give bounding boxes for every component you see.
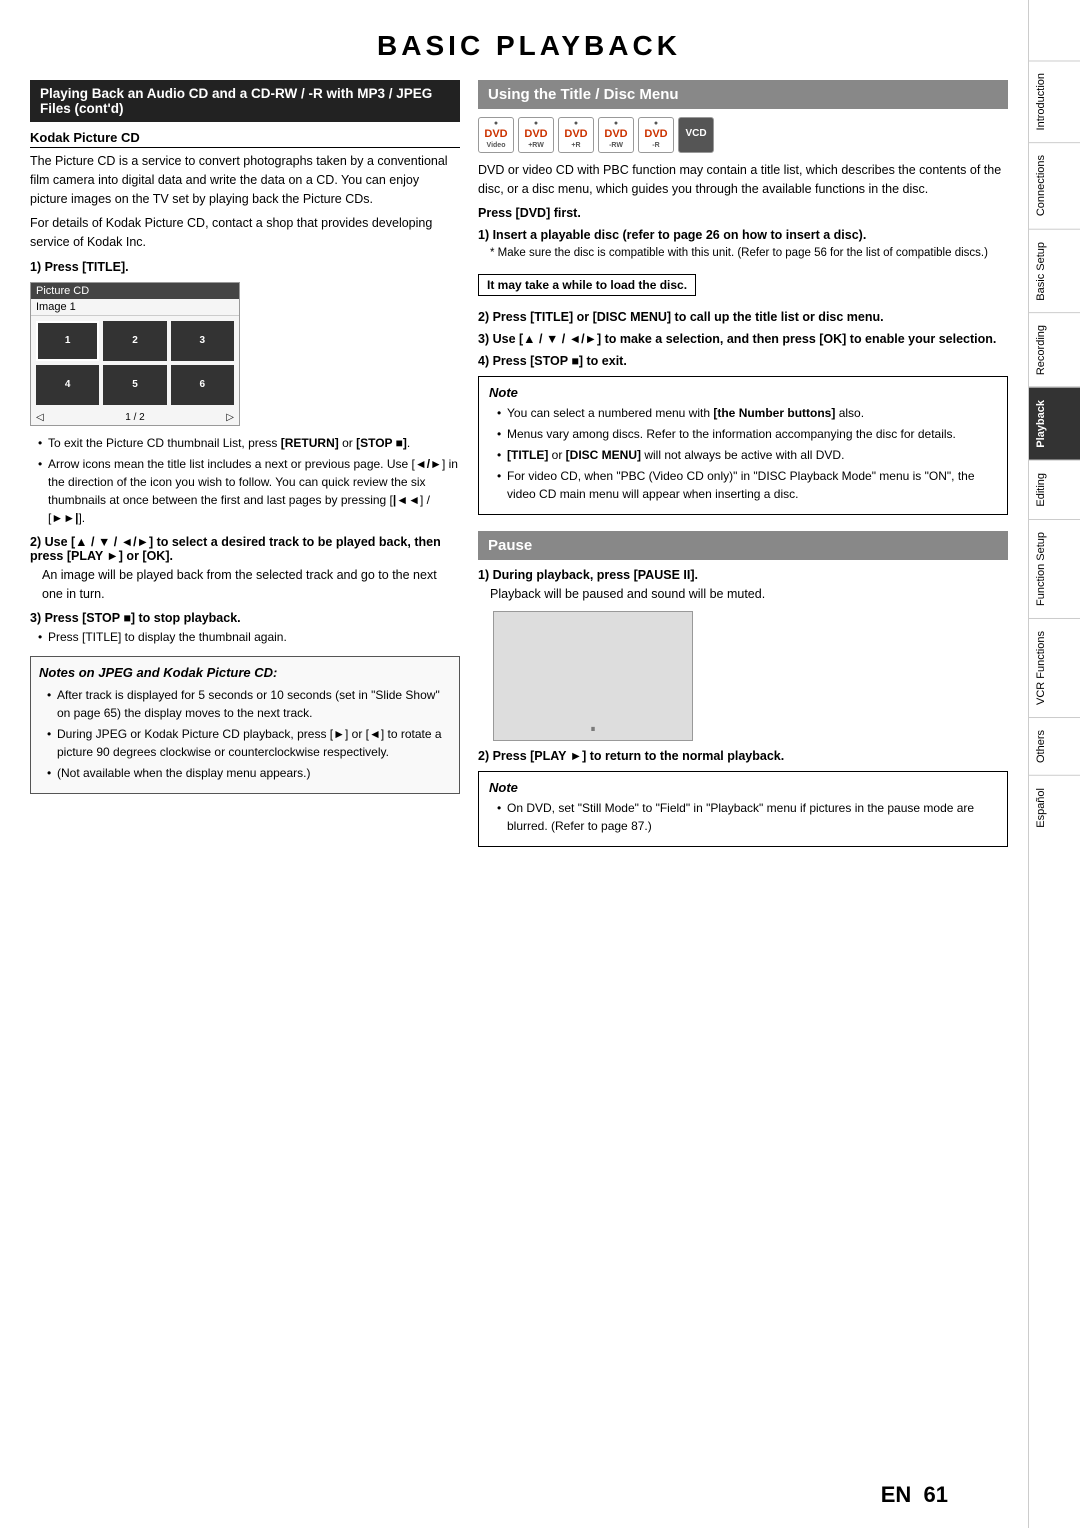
disc-step2-label: 2) Press [TITLE] or [DISC MENU] to call … <box>478 310 1008 324</box>
page-indicator: 1 / 2 <box>125 412 144 423</box>
nav-right: ▷ <box>226 412 234 423</box>
sidebar-item-recording[interactable]: Recording <box>1029 312 1080 387</box>
notes-jpeg-bullet-2: During JPEG or Kodak Picture CD playback… <box>47 725 451 761</box>
kodak-step3-bullet: Press [TITLE] to display the thumbnail a… <box>38 628 460 646</box>
disc-note-box: Note You can select a numbered menu with… <box>478 376 1008 515</box>
sidebar-item-editing[interactable]: Editing <box>1029 460 1080 519</box>
notes-jpeg-bullet-3: (Not available when the display menu app… <box>47 764 451 782</box>
disc-icon-dvd-minus-rw: ● DVD -RW <box>598 117 634 153</box>
disc-note-bullet-4: For video CD, when "PBC (Video CD only)"… <box>497 467 997 503</box>
press-dvd-first: Press [DVD] first. <box>478 206 1008 220</box>
pause-section-header: Pause <box>478 531 1008 560</box>
kodak-step2-label: 2) Use [▲ / ▼ / ◄/►] to select a desired… <box>30 535 460 563</box>
disc-menu-intro: DVD or video CD with PBC function may co… <box>478 161 1008 199</box>
pause-step2-label: 2) Press [PLAY ►] to return to the norma… <box>478 749 1008 763</box>
disc-icon-vcd: ● VCD <box>678 117 714 153</box>
page-title: BASIC PLAYBACK <box>30 20 1028 62</box>
bullet-exit: To exit the Picture CD thumbnail List, p… <box>38 434 460 452</box>
left-column: Playing Back an Audio CD and a CD-RW / -… <box>30 80 460 847</box>
thumb-3: 3 <box>171 321 234 361</box>
pause-indicator: ⏸ <box>591 724 596 735</box>
thumb-2: 2 <box>103 321 166 361</box>
disc-note-bullet-1: You can select a numbered menu with [the… <box>497 404 997 422</box>
kodak-para1: The Picture CD is a service to convert p… <box>30 152 460 208</box>
pause-image: ⏸ <box>493 611 693 741</box>
right-section-header: Using the Title / Disc Menu <box>478 80 1008 109</box>
disc-note-bullet-3: [TITLE] or [DISC MENU] will not always b… <box>497 446 997 464</box>
disc-note-title: Note <box>489 385 997 400</box>
kodak-subsection-header: Kodak Picture CD <box>30 130 460 148</box>
disc-icon-dvd-video: ● DVD Video <box>478 117 514 153</box>
pause-note-bullet-1: On DVD, set "Still Mode" to "Field" in "… <box>497 799 997 835</box>
pause-note-title: Note <box>489 780 997 795</box>
disc-step1-note: * Make sure the disc is compatible with … <box>478 245 1008 261</box>
pause-section: Pause 1) During playback, press [PAUSE I… <box>478 531 1008 848</box>
page-number: EN 61 <box>881 1482 948 1508</box>
thumb-5: 5 <box>103 365 166 405</box>
thumb-4: 4 <box>36 365 99 405</box>
main-content: BASIC PLAYBACK Playing Back an Audio CD … <box>0 0 1028 1528</box>
notes-jpeg-bullets: After track is displayed for 5 seconds o… <box>39 686 451 782</box>
pause-note-box: Note On DVD, set "Still Mode" to "Field"… <box>478 771 1008 847</box>
disc-icon-dvd-plus-r: ● DVD +R <box>558 117 594 153</box>
disc-step3-label: 3) Use [▲ / ▼ / ◄/►] to make a selection… <box>478 332 1008 346</box>
picture-cd-titlebar: Picture CD <box>31 283 239 299</box>
disc-icon-dvd-plus-rw: ● DVD +RW <box>518 117 554 153</box>
sidebar: Introduction Connections Basic Setup Rec… <box>1028 0 1080 1528</box>
disc-icons-row: ● DVD Video ● DVD +RW ● DVD +R <box>478 117 1008 153</box>
kodak-step2-body: An image will be played back from the se… <box>30 566 460 604</box>
sidebar-item-introduction[interactable]: Introduction <box>1029 60 1080 142</box>
sidebar-item-others[interactable]: Others <box>1029 717 1080 775</box>
sidebar-item-basic-setup[interactable]: Basic Setup <box>1029 229 1080 313</box>
kodak-step1-label: 1) Press [TITLE]. <box>30 260 460 274</box>
pause-step1-body: Playback will be paused and sound will b… <box>478 585 1008 604</box>
thumb-6: 6 <box>171 365 234 405</box>
pause-note-bullets: On DVD, set "Still Mode" to "Field" in "… <box>489 799 997 835</box>
picture-cd-grid: 1 2 3 4 5 6 <box>31 316 239 410</box>
pause-step1-label: 1) During playback, press [PAUSE II]. <box>478 568 1008 582</box>
disc-icon-dvd-minus-r: ● DVD -R <box>638 117 674 153</box>
nav-left: ◁ <box>36 412 44 423</box>
picture-cd-nav: ◁ 1 / 2 ▷ <box>31 410 239 425</box>
sidebar-item-function-setup[interactable]: Function Setup <box>1029 519 1080 618</box>
bullet-arrow: Arrow icons mean the title list includes… <box>38 455 460 527</box>
kodak-para2: For details of Kodak Picture CD, contact… <box>30 214 460 252</box>
kodak-bullets1: To exit the Picture CD thumbnail List, p… <box>30 434 460 527</box>
press-dvd-first-text: Press [DVD] first. <box>478 206 581 220</box>
sidebar-item-vcr-functions[interactable]: VCR Functions <box>1029 618 1080 717</box>
en-label: EN <box>881 1482 912 1507</box>
disc-note-bullet-2: Menus vary among discs. Refer to the inf… <box>497 425 997 443</box>
disc-note-bullets: You can select a numbered menu with [the… <box>489 404 997 503</box>
notes-jpeg-section: Notes on JPEG and Kodak Picture CD: Afte… <box>30 656 460 794</box>
kodak-step3-bullets: Press [TITLE] to display the thumbnail a… <box>30 628 460 646</box>
right-column: Using the Title / Disc Menu ● DVD Video … <box>478 80 1008 847</box>
highlight-wrapper: It may take a while to load the disc. <box>478 268 1008 302</box>
thumb-1: 1 <box>36 321 99 361</box>
sidebar-item-playback[interactable]: Playback <box>1029 387 1080 460</box>
sidebar-item-espanol[interactable]: Español <box>1029 775 1080 840</box>
disc-step1-label: 1) Insert a playable disc (refer to page… <box>478 228 1008 242</box>
disc-step4-label: 4) Press [STOP ■] to exit. <box>478 354 1008 368</box>
highlight-box: It may take a while to load the disc. <box>478 274 696 296</box>
kodak-step3-label: 3) Press [STOP ■] to stop playback. <box>30 611 460 625</box>
sidebar-item-connections[interactable]: Connections <box>1029 142 1080 228</box>
notes-jpeg-title: Notes on JPEG and Kodak Picture CD: <box>39 665 451 680</box>
notes-jpeg-bullet-1: After track is displayed for 5 seconds o… <box>47 686 451 722</box>
picture-cd-box: Picture CD Image 1 1 2 3 4 5 6 ◁ 1 / 2 ▷ <box>30 282 240 426</box>
picture-cd-image-label: Image 1 <box>31 299 239 316</box>
left-section-header: Playing Back an Audio CD and a CD-RW / -… <box>30 80 460 122</box>
